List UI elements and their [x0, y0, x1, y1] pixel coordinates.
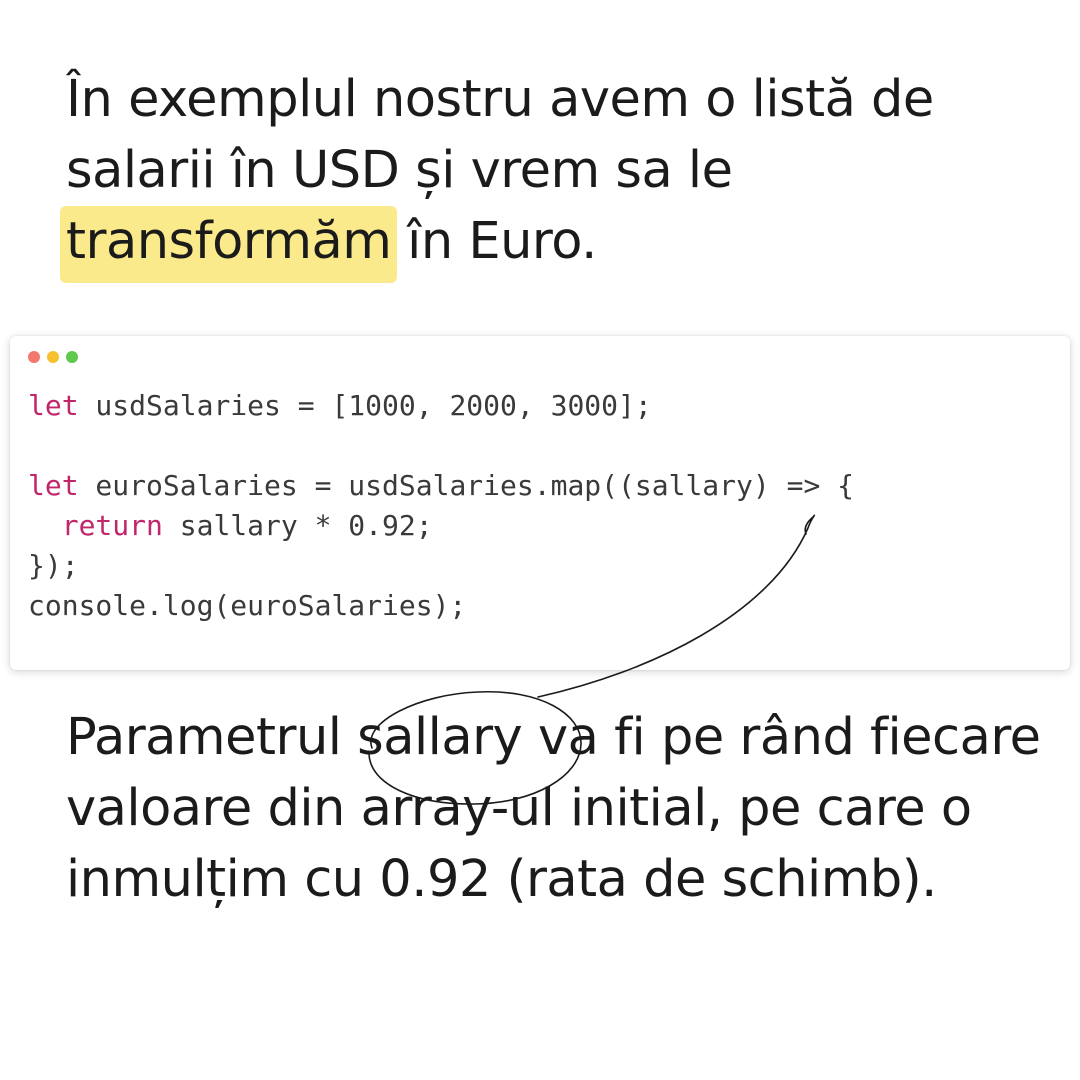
maximize-dot-icon — [66, 351, 78, 363]
code-line-6: console.log(euroSalaries); — [28, 589, 467, 622]
intro-text-start: În exemplul nostru avem o listă de salar… — [66, 70, 934, 200]
explanation-paragraph: Parametrul sallary va fi pe rând fiecare… — [66, 702, 1066, 915]
intro-paragraph: În exemplul nostru avem o listă de salar… — [66, 64, 1056, 283]
code-line-3: euroSalaries = usdSalaries.map((sallary)… — [78, 469, 855, 502]
code-line-1: usdSalaries = [1000, 2000, 3000]; — [78, 389, 652, 422]
code-keyword-let: let — [28, 469, 79, 502]
code-keyword-return: return — [61, 509, 163, 542]
circled-word: sallary — [357, 708, 523, 767]
highlighted-word: transformăm — [66, 206, 392, 283]
minimize-dot-icon — [47, 351, 59, 363]
code-block: let usdSalaries = [1000, 2000, 3000]; le… — [28, 386, 854, 626]
code-line-4: sallary * 0.92; — [162, 509, 433, 542]
close-dot-icon — [28, 351, 40, 363]
code-window: let usdSalaries = [1000, 2000, 3000]; le… — [10, 336, 1070, 670]
window-controls — [28, 351, 78, 363]
explain-text-start: Parametrul — [66, 708, 358, 767]
code-line-5: }); — [28, 549, 79, 582]
intro-text-end: în Euro. — [391, 212, 597, 271]
code-keyword-let: let — [28, 389, 79, 422]
